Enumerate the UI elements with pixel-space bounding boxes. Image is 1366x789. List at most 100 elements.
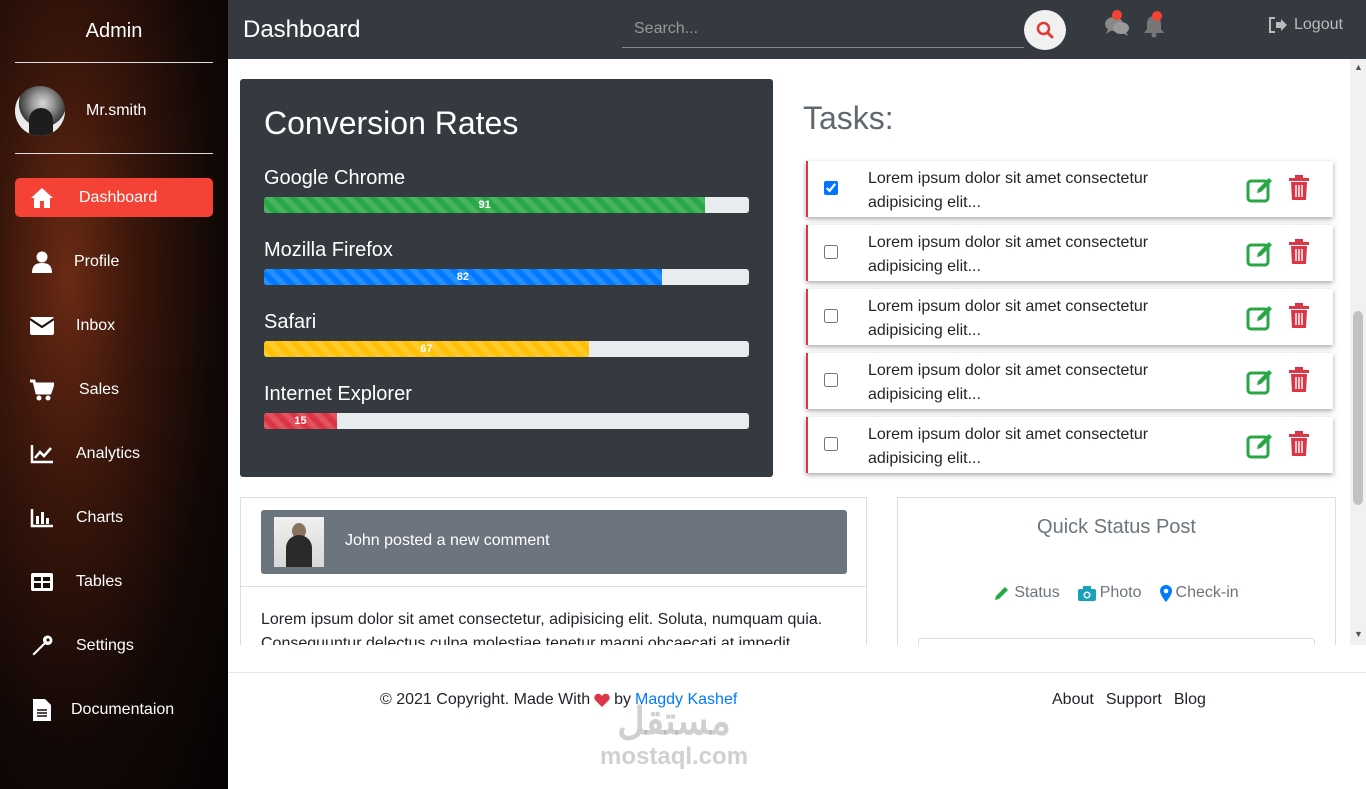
scrollbar-thumb[interactable] xyxy=(1353,311,1363,505)
bar-label: Google Chrome xyxy=(264,167,406,189)
user-icon xyxy=(29,249,55,275)
search-input[interactable] xyxy=(622,10,1024,48)
comment-title: John posted a new comment xyxy=(345,532,550,549)
sidebar-item-label: Sales xyxy=(79,380,120,398)
trash-icon[interactable] xyxy=(1288,367,1310,393)
comment-header: John posted a new comment xyxy=(261,510,847,574)
messages-button[interactable] xyxy=(1104,10,1130,40)
sidebar-item-label: Dashboard xyxy=(79,188,158,206)
top-bar: Dashboard Logout xyxy=(228,0,1366,59)
footer-link-support[interactable]: Support xyxy=(1106,691,1162,709)
watermark-english: mostaql.com xyxy=(600,743,749,770)
sidebar-item-analytics[interactable]: Analytics xyxy=(15,434,213,473)
task-item: Lorem ipsum dolor sit amet consectetur a… xyxy=(806,289,1333,345)
task-checkbox[interactable] xyxy=(824,245,838,259)
notifications-button[interactable] xyxy=(1143,11,1169,40)
task-item: Lorem ipsum dolor sit amet consectetur a… xyxy=(806,225,1333,281)
trash-icon[interactable] xyxy=(1288,431,1310,457)
sidebar-item-label: Charts xyxy=(76,508,124,526)
trash-icon[interactable] xyxy=(1288,175,1310,201)
footer-link-about[interactable]: About xyxy=(1052,691,1094,709)
scrollbar[interactable]: ▲ ▼ xyxy=(1350,59,1366,645)
edit-icon[interactable] xyxy=(1246,303,1274,331)
sidebar-item-settings[interactable]: Settings xyxy=(15,626,213,665)
sidebar-item-inbox[interactable]: Inbox xyxy=(15,306,213,345)
progress-bar-chrome: 91 xyxy=(264,197,749,213)
task-checkbox[interactable] xyxy=(824,181,838,195)
notification-dot xyxy=(1152,11,1162,21)
progress-fill: 91 xyxy=(264,197,706,213)
trash-icon[interactable] xyxy=(1288,239,1310,265)
document-icon xyxy=(29,697,55,723)
sign-out-icon xyxy=(1269,17,1287,33)
sidebar-item-profile[interactable]: Profile xyxy=(15,242,213,281)
sidebar-item-sales[interactable]: Sales xyxy=(15,370,213,409)
scroll-down-icon[interactable]: ▼ xyxy=(1354,629,1363,639)
watermark-arabic: مستقل xyxy=(617,701,731,743)
status-options: Status Photo Check-in xyxy=(898,584,1335,602)
trash-icon[interactable] xyxy=(1288,303,1310,329)
map-marker-icon xyxy=(1159,584,1172,602)
option-label: Check-in xyxy=(1175,584,1239,601)
page-title: Dashboard xyxy=(243,16,361,43)
progress-fill: 67 xyxy=(264,341,589,357)
status-option[interactable]: Status xyxy=(994,584,1060,602)
sidebar-item-label: Inbox xyxy=(76,316,116,334)
envelope-icon xyxy=(29,313,55,339)
user-name: Mr.smith xyxy=(86,102,147,119)
card-title: Quick Status Post xyxy=(1037,516,1196,538)
avatar xyxy=(274,517,324,567)
table-icon xyxy=(29,569,55,595)
option-label: Photo xyxy=(1099,584,1142,601)
edit-icon[interactable] xyxy=(1246,239,1274,267)
logout-label: Logout xyxy=(1294,16,1343,33)
sidebar: Admin Mr.smith Dashboard Profile Inbox S… xyxy=(0,0,228,789)
task-item: Lorem ipsum dolor sit amet consectetur a… xyxy=(806,353,1333,409)
progress-bar-safari: 67 xyxy=(264,341,749,357)
divider xyxy=(228,672,1366,673)
edit-icon[interactable] xyxy=(1246,431,1274,459)
progress-fill: 82 xyxy=(264,269,662,285)
sidebar-item-label: Profile xyxy=(74,252,120,270)
task-text: Lorem ipsum dolor sit amet consectetur a… xyxy=(868,426,1149,467)
progress-bar-firefox: 82 xyxy=(264,269,749,285)
quick-status-card: Quick Status Post Status Photo Check-in xyxy=(897,497,1336,668)
camera-icon xyxy=(1077,585,1096,601)
option-label: Status xyxy=(1014,584,1060,601)
avatar[interactable] xyxy=(15,86,65,136)
line-chart-icon xyxy=(29,441,55,467)
sidebar-item-label: Documentaion xyxy=(71,700,175,718)
sidebar-item-label: Settings xyxy=(76,636,134,654)
wrench-icon xyxy=(29,633,55,659)
sidebar-item-dashboard[interactable]: Dashboard xyxy=(15,178,213,217)
search-button[interactable] xyxy=(1024,10,1066,50)
photo-option[interactable]: Photo xyxy=(1077,584,1142,602)
check-in-option[interactable]: Check-in xyxy=(1159,584,1239,602)
scroll-up-icon[interactable]: ▲ xyxy=(1354,62,1363,72)
task-text: Lorem ipsum dolor sit amet consectetur a… xyxy=(868,362,1149,403)
logout-button[interactable]: Logout xyxy=(1268,16,1343,34)
bar-label: Mozilla Firefox xyxy=(264,239,393,261)
task-checkbox[interactable] xyxy=(824,309,838,323)
progress-fill: 15 xyxy=(264,413,337,429)
tasks-title: Tasks: xyxy=(803,100,894,136)
sidebar-item-label: Analytics xyxy=(76,444,141,462)
divider xyxy=(15,62,213,63)
sidebar-item-charts[interactable]: Charts xyxy=(15,498,213,537)
bar-chart-icon xyxy=(29,505,55,531)
cart-icon xyxy=(29,377,55,403)
sidebar-item-tables[interactable]: Tables xyxy=(15,562,213,601)
task-checkbox[interactable] xyxy=(824,373,838,387)
bar-label: Internet Explorer xyxy=(264,383,412,405)
divider xyxy=(241,586,866,587)
task-text: Lorem ipsum dolor sit amet consectetur a… xyxy=(868,234,1149,275)
home-icon xyxy=(29,185,55,211)
sidebar-item-documentation[interactable]: Documentaion xyxy=(15,690,213,729)
task-checkbox[interactable] xyxy=(824,437,838,451)
notification-dot xyxy=(1112,10,1122,20)
footer-link-blog[interactable]: Blog xyxy=(1174,691,1206,709)
progress-bar-ie: 15 xyxy=(264,413,749,429)
edit-icon[interactable] xyxy=(1246,367,1274,395)
edit-icon[interactable] xyxy=(1246,175,1274,203)
copyright-text: © 2021 Copyright. Made With xyxy=(380,691,591,708)
